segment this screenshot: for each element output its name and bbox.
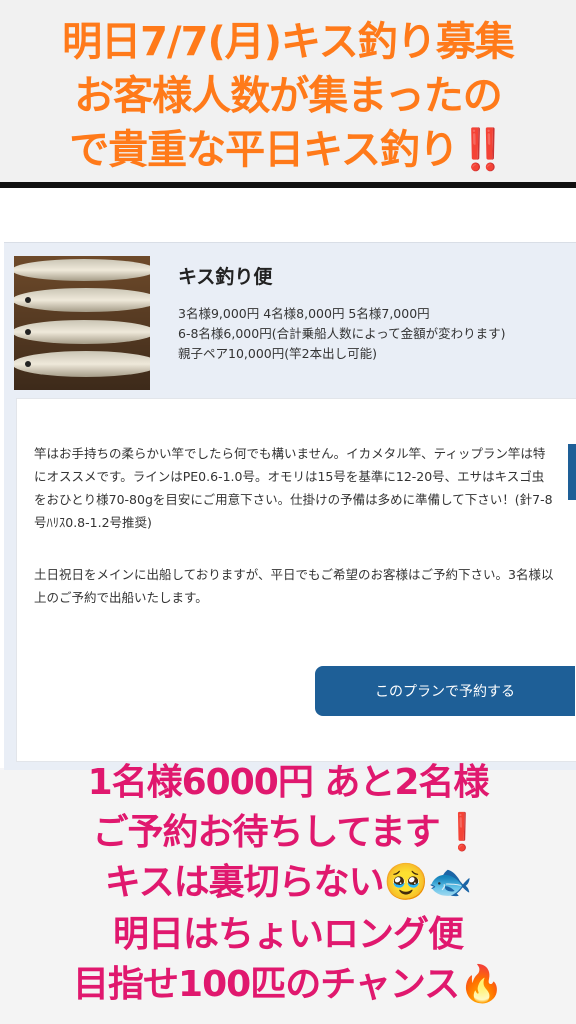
top-banner: 明日7/7(月)キス釣り募集 お客様人数が集まったの で貴重な平日キス釣り‼️	[0, 0, 576, 182]
caption-line-1: 1名様6000円 あと2名様	[87, 762, 490, 803]
plan-description-tackle: 竿はお手持ちの柔らかい竿でしたら何でも構いません。イカメタル竿、ティップラン竿は…	[34, 446, 553, 530]
caption-line-2: ご予約お待ちしてます❗️	[92, 812, 485, 853]
caption-line-3: キスは裏切らない🥹🐟	[104, 862, 473, 903]
fish-photo-image	[14, 256, 150, 390]
caption-line-4: 明日はちょいロング便	[112, 914, 464, 955]
side-tab[interactable]	[568, 444, 576, 500]
plan-description-schedule: 土日祝日をメインに出船しておりますが、平日でもご希望のお客様はご予約下さい。3名…	[34, 567, 554, 605]
price-line-2: 6-8名様6,000円(合計乗船人数によって金額が変わります)	[178, 326, 506, 341]
plan-title: キス釣り便	[178, 266, 273, 288]
banner-line-2: お客様人数が集まったの	[74, 73, 502, 119]
banner-line-1: 明日7/7(月)キス釣り募集	[62, 19, 515, 65]
reserve-plan-button[interactable]: このプランで予約する	[315, 666, 575, 716]
banner-line-3: で貴重な平日キス釣り‼️	[69, 127, 508, 173]
caption-line-5: 目指せ100匹のチャンス🔥	[73, 964, 504, 1005]
price-line-1: 3名様9,000円 4名様8,000円 5名様7,000円	[178, 306, 430, 321]
fish-photo	[14, 256, 150, 390]
price-line-3: 親子ペア10,000円(竿2本出し可能)	[178, 346, 377, 361]
